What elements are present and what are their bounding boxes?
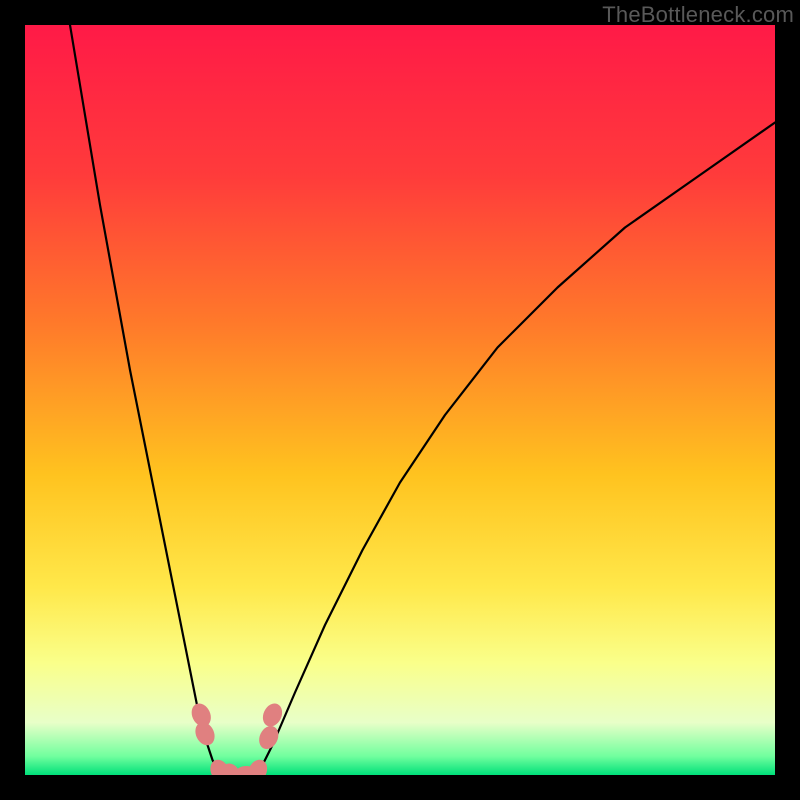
gradient-background (25, 25, 775, 775)
watermark-text: TheBottleneck.com (602, 2, 794, 28)
chart-frame: TheBottleneck.com (0, 0, 800, 800)
chart-plot-area (25, 25, 775, 775)
chart-svg (25, 25, 775, 775)
